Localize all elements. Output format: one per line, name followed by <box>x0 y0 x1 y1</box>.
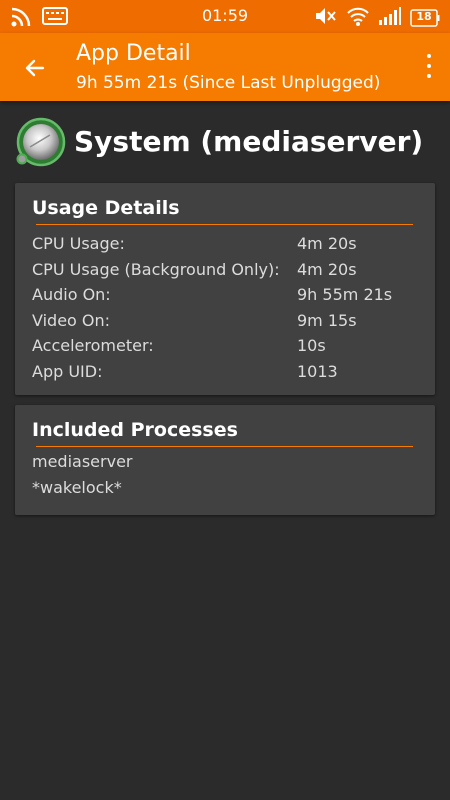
usage-label: Accelerometer: <box>32 336 154 356</box>
page-subtitle: 9h 55m 21s (Since Last Unplugged) <box>76 73 381 93</box>
included-processes-card: Included Processes mediaserver *wakelock… <box>15 405 435 515</box>
back-button[interactable] <box>16 49 54 87</box>
usage-label: Audio On: <box>32 285 111 305</box>
card-title: Usage Details <box>32 197 180 219</box>
arrow-left-icon <box>25 59 45 77</box>
status-right-icons: 18 <box>314 5 440 31</box>
overflow-menu-button[interactable] <box>422 51 436 81</box>
usage-value: 4m 20s <box>297 234 357 253</box>
battery-icon: 18 <box>410 9 440 27</box>
more-vert-icon-dot <box>427 74 431 78</box>
wifi-icon <box>346 5 370 31</box>
card-title: Included Processes <box>32 419 238 441</box>
process-item: mediaserver <box>32 452 133 471</box>
app-name: System (mediaserver) <box>74 125 424 158</box>
usage-row: Audio On: 9h 55m 21s <box>32 285 427 311</box>
usage-label: CPU Usage: <box>32 234 125 253</box>
more-vert-icon-dot <box>427 64 431 68</box>
battery-level: 18 <box>416 10 432 23</box>
usage-value: 9m 15s <box>297 310 357 330</box>
process-item: *wakelock* <box>32 477 122 497</box>
usage-label: Video On: <box>32 310 111 330</box>
usage-value: 1013 <box>297 361 338 381</box>
signal-icon <box>378 6 402 30</box>
app-bar: App Detail 9h 55m 21s (Since Last Unplug… <box>0 33 450 101</box>
usage-value: 10s <box>297 336 326 356</box>
status-bar: 01:59 18 <box>0 0 450 33</box>
usage-value: 4m 20s <box>297 259 357 279</box>
usage-label: App UID: <box>32 361 103 381</box>
usage-row: Accelerometer: 10s <box>32 336 427 362</box>
divider <box>36 224 413 225</box>
usage-label: CPU Usage (Background Only): <box>32 259 280 279</box>
power-gauge-icon <box>16 117 66 167</box>
app-header: System (mediaserver) <box>14 115 434 171</box>
usage-rows: CPU Usage: 4m 20s CPU Usage (Background … <box>32 234 427 388</box>
usage-row: Video On: 9m 15s <box>32 311 427 337</box>
usage-details-card: Usage Details CPU Usage: 4m 20s CPU Usag… <box>15 183 435 395</box>
usage-row: App UID: 1013 <box>32 362 427 388</box>
usage-row: CPU Usage: 4m 20s <box>32 234 427 260</box>
process-list: mediaserver *wakelock* <box>32 452 132 503</box>
usage-row: CPU Usage (Background Only): 4m 20s <box>32 260 427 286</box>
divider <box>36 446 413 447</box>
mute-icon <box>314 6 338 30</box>
page-title: App Detail <box>76 41 191 66</box>
usage-value: 9h 55m 21s <box>297 285 393 305</box>
more-vert-icon-dot <box>427 54 431 58</box>
